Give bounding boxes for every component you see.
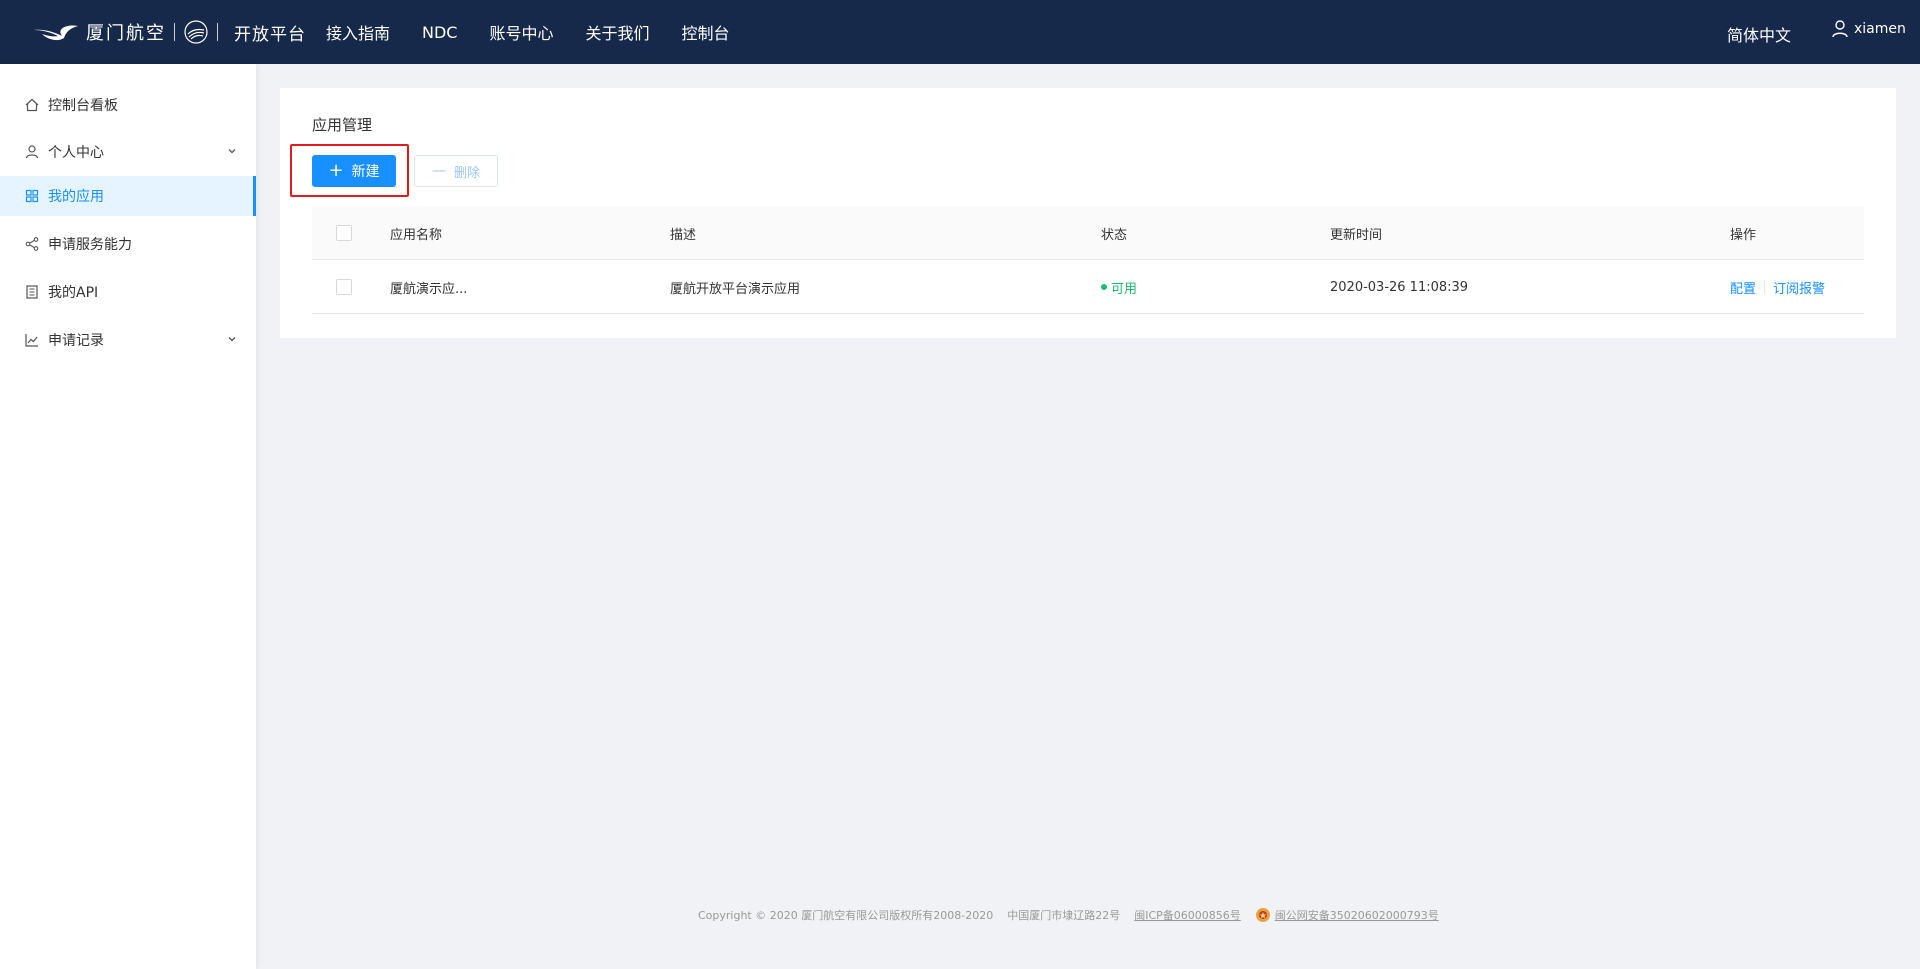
nav-item-ndc[interactable]: NDC [422,23,457,42]
status-dot-icon [1101,284,1107,290]
username: xiamen [1854,21,1906,37]
updated-time-cell: 2020-03-26 11:08:39 [1330,279,1469,295]
sidebar-item-label: 申请服务能力 [48,237,132,253]
sidebar-item-label: 控制台看板 [48,98,118,114]
chevron-down-icon [228,337,236,342]
row-cell-select [336,260,352,314]
sidebar: 控制台看板 个人中心 我的应用 申请服务能力 我的API 申请记录 [0,64,256,969]
table-row[interactable]: 厦航演示应... 厦航开放平台演示应用 可用 2020-03-26 11:08:… [312,260,1864,314]
sidebar-item-label: 个人中心 [48,145,104,161]
action-divider [1764,280,1766,294]
page-title: 应用管理 [312,116,373,134]
nav-item-console[interactable]: 控制台 [682,20,730,44]
column-header-updated: 更新时间 [1330,227,1383,243]
app-management-card: 应用管理 + 新建 — 删除 应用名称 描述 状态 更新时间 操作 厦航演示应.… [280,88,1896,338]
police-record-link[interactable]: 闽公网安备35020602000793号 [1275,907,1439,923]
plus-icon: + [328,160,344,181]
sidebar-item-label: 我的应用 [48,189,104,205]
sidebar-item-label: 申请记录 [48,333,104,349]
book-icon [26,285,38,299]
sidebar-item-my-apps[interactable]: 我的应用 [0,176,256,216]
app-name-cell: 厦航演示应... [390,281,468,297]
sidebar-item-personal-center[interactable]: 个人中心 [0,132,256,172]
nav-item-guide[interactable]: 接入指南 [326,20,390,44]
delete-button[interactable]: — 删除 [414,155,498,187]
new-app-button[interactable]: + 新建 [312,155,396,187]
icp-link[interactable]: 闽ICP备06000856号 [1134,907,1241,923]
line-chart-icon [25,334,38,347]
select-all-checkbox[interactable] [336,225,352,241]
nav-item-account[interactable]: 账号中心 [489,20,553,44]
sidebar-item-label: 我的API [48,285,99,301]
logo-divider [174,23,175,41]
share-icon [25,237,39,251]
nav-item-about[interactable]: 关于我们 [586,20,650,44]
top-nav: 接入指南 NDC 账号中心 关于我们 控制台 [326,0,762,64]
appstore-icon [25,189,39,203]
actions-cell: 配置 订阅报警 [1730,260,1825,314]
sidebar-item-apply-records[interactable]: 申请记录 [0,320,256,360]
sidebar-item-my-api[interactable]: 我的API [0,272,256,312]
delete-button-label: 删除 [453,165,480,181]
police-badge-icon [1255,908,1270,922]
row-checkbox[interactable] [336,279,352,295]
footer: Copyright © 2020 厦门航空有限公司版权所有2008-2020 中… [698,906,1453,924]
user-icon [25,145,39,159]
logo-divider [217,23,218,41]
app-description-cell: 厦航开放平台演示应用 [670,281,801,297]
configure-link[interactable]: 配置 [1730,278,1756,297]
logo-platform-text: 开放平台 [234,24,306,45]
table-header: 应用名称 描述 状态 更新时间 操作 [312,206,1864,260]
status-badge: 可用 [1111,281,1138,297]
minus-icon: — [431,163,446,179]
egret-logo-icon [34,25,78,41]
logo[interactable]: 厦门航空 开放平台 [32,14,306,50]
column-header-name: 应用名称 [390,227,443,243]
home-icon [25,98,39,112]
user-menu[interactable]: xiamen [1832,20,1906,38]
subscribe-alert-link[interactable]: 订阅报警 [1773,278,1825,297]
chevron-down-icon [228,149,236,154]
status-cell: 可用 [1101,260,1137,314]
copyright-text: Copyright © 2020 厦门航空有限公司版权所有2008-2020 [698,909,994,922]
address-text: 中国厦门市埭辽路22号 [1007,909,1121,922]
sidebar-item-dashboard[interactable]: 控制台看板 [0,85,256,125]
skyteam-emblem-icon [184,20,208,44]
user-icon [1832,20,1848,38]
new-button-label: 新建 [351,164,380,180]
top-header: 厦门航空 开放平台 接入指南 NDC 账号中心 关于我们 控制台 简体中文 xi… [0,0,1920,64]
column-header-status: 状态 [1101,227,1128,243]
header-cell-select [336,206,352,260]
column-header-description: 描述 [670,227,697,243]
sidebar-item-apply-service[interactable]: 申请服务能力 [0,224,256,264]
column-header-actions: 操作 [1730,227,1757,243]
logo-text: 厦门航空 [86,23,166,44]
language-switch[interactable]: 简体中文 [1727,22,1791,46]
